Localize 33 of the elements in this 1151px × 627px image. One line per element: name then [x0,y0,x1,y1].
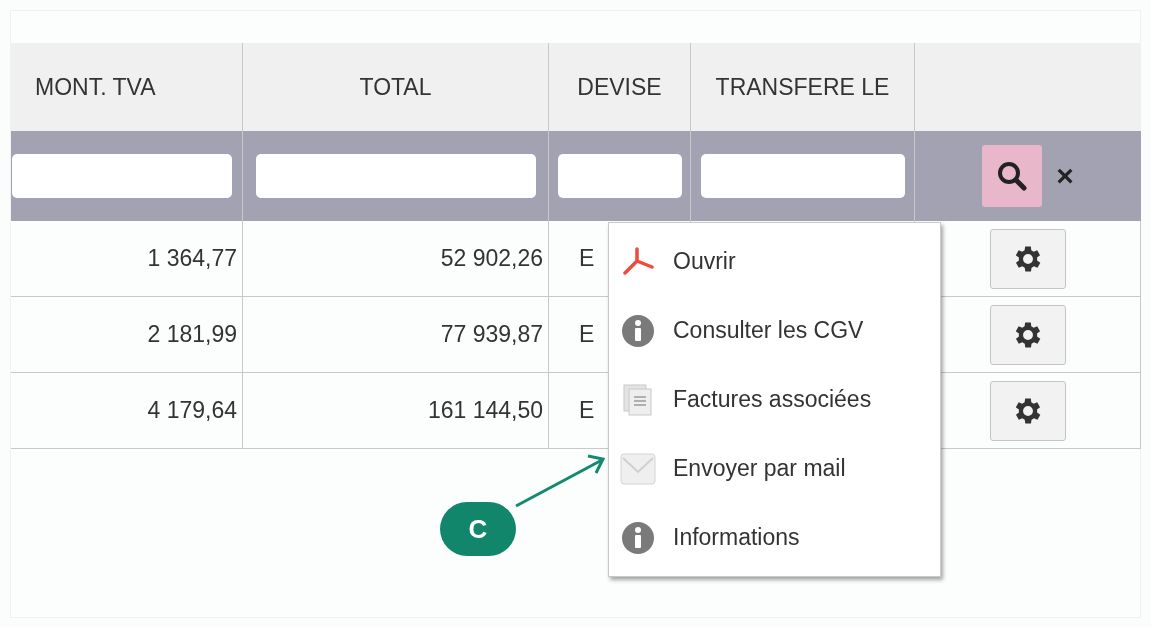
menu-item[interactable]: Envoyer par mail [609,440,940,497]
filter-field[interactable] [255,154,536,198]
clear-filter-button[interactable]: × [1056,161,1074,191]
settings-button[interactable] [989,228,1066,289]
settings-button[interactable] [989,304,1066,365]
menu-item[interactable]: Factures associées [609,371,940,428]
table-cell-text: 2 181,99 [147,320,237,350]
table-cell-text: 52 902,26 [440,244,543,274]
envelope-icon [620,450,656,487]
documents-icon [622,382,654,417]
info-icon [621,313,655,348]
search-icon [997,161,1028,191]
menu-item[interactable]: Ouvrir [609,233,940,290]
filter-field[interactable] [700,154,905,198]
table-cell-text: 1 364,77 [147,244,237,274]
table-cell-text: E [579,244,595,274]
filter-field[interactable] [557,154,682,198]
info-icon [621,520,655,555]
pdf-icon [621,246,655,277]
column-header: DEVISE [577,72,662,102]
table-cell-text: 4 179,64 [147,396,237,426]
table-cell-text: 161 144,50 [427,396,543,426]
column-header: TOTAL [359,72,432,102]
column-header: TRANSFERE LE [715,72,890,102]
table-cell-text: E [579,320,595,350]
table-cell-text: E [579,396,595,426]
filter-field[interactable] [12,154,232,198]
table-cell-text: 77 939,87 [440,320,543,350]
menu-item[interactable]: Consulter les CGV [609,302,940,359]
settings-button[interactable] [989,380,1066,441]
column-header: MONT. TVA [35,72,156,102]
menu-item[interactable]: Informations [609,509,940,566]
search-button[interactable] [982,145,1043,207]
